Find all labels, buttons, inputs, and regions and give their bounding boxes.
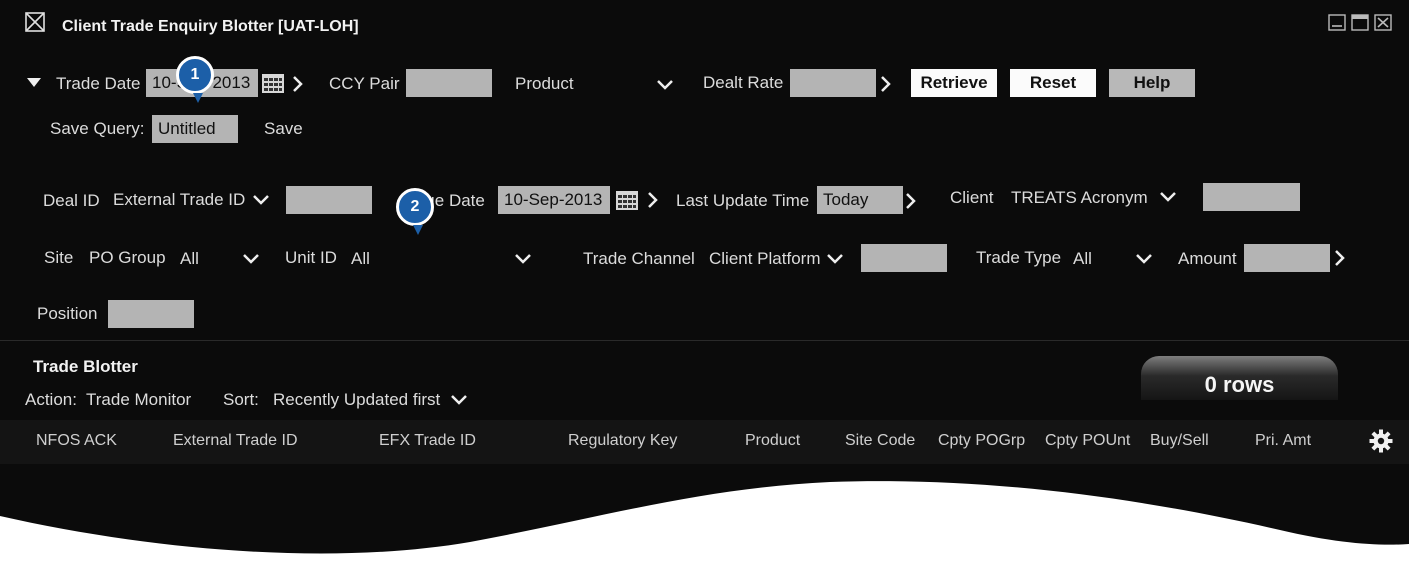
product-label: Product [515, 74, 574, 93]
trade-channel-input[interactable] [861, 244, 947, 272]
column-header[interactable]: External Trade ID [173, 432, 298, 450]
retrieve-button[interactable]: Retrieve [911, 69, 997, 97]
client-label: Client [950, 188, 994, 207]
deal-id-input[interactable] [286, 186, 372, 214]
save-link[interactable]: Save [264, 119, 303, 139]
po-group-select[interactable]: All [180, 249, 199, 269]
position-label: Position [37, 304, 98, 323]
save-query-input[interactable]: Untitled [152, 115, 238, 143]
column-header[interactable]: Site Code [845, 432, 915, 450]
callout-2: 2 [396, 188, 434, 235]
unit-id-select[interactable]: All [351, 249, 370, 269]
blotter-title: Trade Blotter [33, 357, 138, 376]
deal-id-type-select[interactable]: External Trade ID [113, 190, 245, 210]
trade-channel-label: Trade Channel [583, 249, 695, 268]
minimize-icon[interactable] [1328, 14, 1346, 31]
chevron-right-icon[interactable] [1334, 249, 1346, 267]
maximize-icon[interactable] [1351, 14, 1369, 31]
chevron-right-icon[interactable] [292, 75, 304, 93]
help-button[interactable]: Help [1109, 69, 1195, 97]
save-query-label: Save Query: [50, 119, 145, 138]
client-input[interactable] [1203, 183, 1300, 211]
chevron-down-icon[interactable] [1159, 190, 1177, 204]
chevron-down-icon[interactable] [252, 193, 270, 207]
column-header[interactable]: Product [745, 432, 800, 450]
last-update-label: Last Update Time [676, 191, 810, 210]
action-label: Action: [25, 390, 77, 409]
callout-1: 1 [176, 56, 214, 103]
chevron-down-icon[interactable] [656, 78, 674, 92]
position-input[interactable] [108, 300, 194, 328]
ccy-pair-label: CCY Pair [329, 74, 400, 93]
client-type-select[interactable]: TREATS Acronym [1011, 188, 1148, 208]
sort-select[interactable]: Recently Updated first [273, 390, 440, 410]
value-date-input[interactable]: 10-Sep-2013 [498, 186, 610, 214]
blotter-divider [0, 340, 1409, 341]
gear-icon[interactable] [1369, 429, 1393, 453]
ccy-pair-input[interactable] [406, 69, 492, 97]
calendar-icon[interactable] [262, 74, 284, 93]
window-title: Client Trade Enquiry Blotter [UAT-LOH] [62, 18, 359, 35]
chevron-down-icon[interactable] [242, 252, 260, 266]
chevron-down-icon[interactable] [826, 252, 844, 266]
column-header[interactable]: Pri. Amt [1255, 432, 1311, 450]
column-header[interactable]: Cpty POUnt [1045, 432, 1130, 450]
po-group-label: PO Group [89, 248, 166, 267]
calendar-icon[interactable] [616, 191, 638, 210]
trade-type-label: Trade Type [976, 248, 1062, 267]
sort-label: Sort: [223, 390, 259, 409]
trade-channel-select[interactable]: Client Platform [709, 249, 820, 269]
trade-date-label: Trade Date [56, 74, 141, 93]
unit-id-label: Unit ID [285, 248, 337, 267]
chevron-down-icon[interactable] [450, 393, 468, 407]
reset-button[interactable]: Reset [1010, 69, 1096, 97]
last-update-input[interactable]: Today [817, 186, 903, 214]
amount-input[interactable] [1244, 244, 1330, 272]
torn-edge [0, 481, 1409, 564]
dealt-rate-label: Dealt Rate [703, 73, 784, 92]
column-header[interactable]: Regulatory Key [568, 432, 677, 450]
blotter-window: Client Trade Enquiry Blotter [UAT-LOH] T… [0, 0, 1409, 564]
close-x-icon[interactable] [25, 12, 45, 32]
column-header[interactable]: Cpty POGrp [938, 432, 1025, 450]
column-header[interactable]: NFOS ACK [36, 432, 117, 450]
chevron-right-icon[interactable] [905, 192, 917, 210]
amount-label: Amount [1178, 249, 1237, 268]
rows-count: 0 rows [1204, 372, 1275, 397]
trade-type-select[interactable]: All [1073, 249, 1092, 269]
deal-id-label: Deal ID [43, 191, 100, 210]
rows-badge: 0 rows [1141, 356, 1338, 400]
chevron-right-icon[interactable] [647, 191, 659, 209]
site-label: Site [44, 248, 74, 267]
column-header[interactable]: Buy/Sell [1150, 432, 1209, 450]
chevron-right-icon[interactable] [880, 75, 892, 93]
collapse-triangle-icon[interactable] [27, 78, 41, 88]
dealt-rate-input[interactable] [790, 69, 876, 97]
close-icon[interactable] [1374, 14, 1392, 31]
column-header[interactable]: EFX Trade ID [379, 432, 476, 450]
action-value[interactable]: Trade Monitor [86, 390, 191, 410]
chevron-down-icon[interactable] [1135, 252, 1153, 266]
chevron-down-icon[interactable] [514, 252, 532, 266]
